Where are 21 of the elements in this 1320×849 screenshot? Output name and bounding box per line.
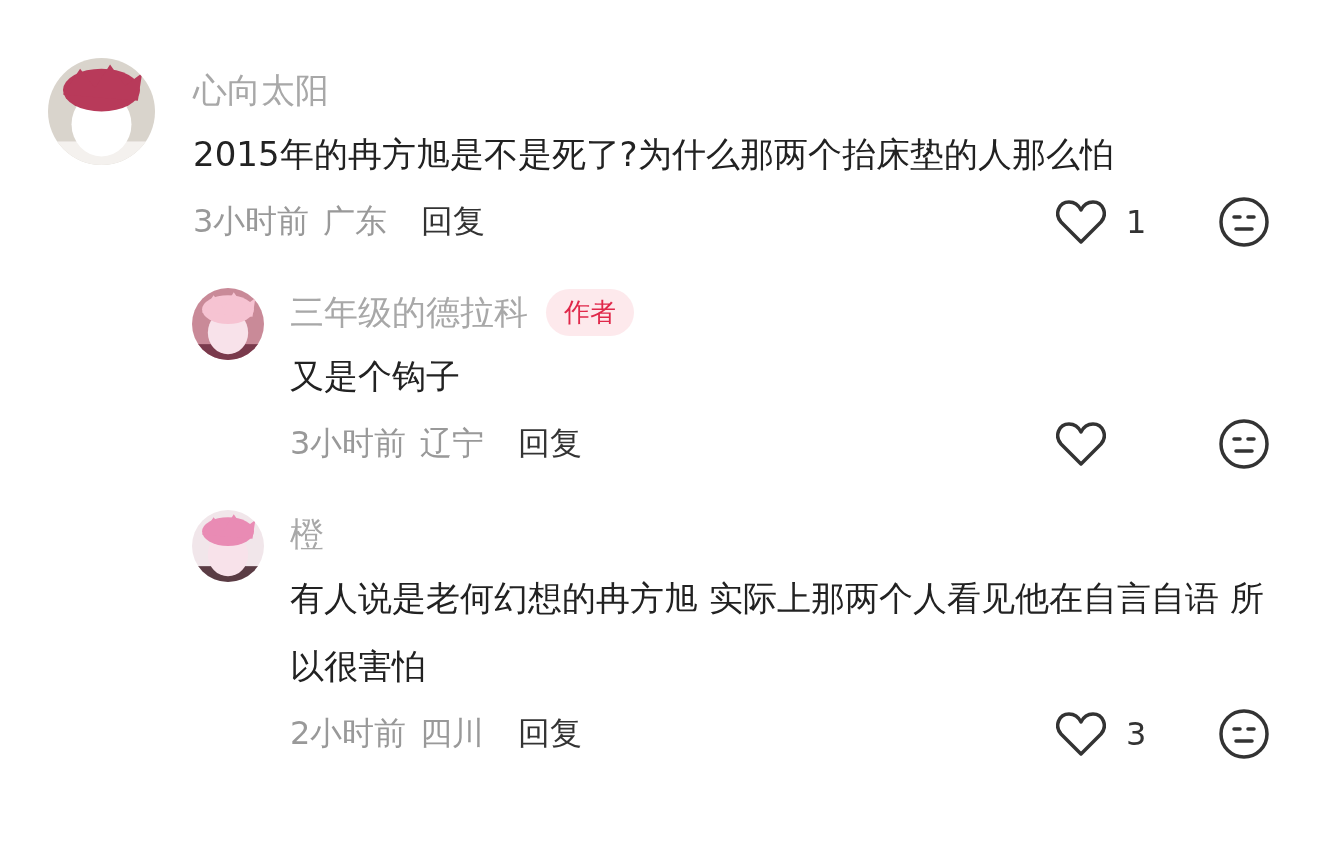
comment-time: 3小时前 — [290, 423, 407, 464]
comment-location: 四川 — [420, 713, 485, 754]
reply-text: 有人说是老何幻想的冉方旭 实际上那两个人看见他在自言自语 所以很害怕 — [290, 577, 1265, 688]
like-count: 1 — [1126, 203, 1147, 241]
comment-location: 广东 — [323, 201, 388, 242]
heart-icon[interactable] — [1056, 199, 1106, 245]
like-count: 3 — [1126, 715, 1147, 753]
reply-link[interactable]: 回复 — [518, 712, 583, 756]
comment-time: 2小时前 — [290, 713, 407, 754]
heart-icon[interactable] — [1056, 711, 1106, 757]
reply-link[interactable]: 回复 — [421, 200, 486, 244]
emoji-icon[interactable] — [1218, 196, 1270, 248]
comment-time: 3小时前 — [193, 201, 310, 242]
reply-link[interactable]: 回复 — [518, 422, 583, 466]
emoji-icon[interactable] — [1218, 418, 1270, 470]
author-badge: 作者 — [546, 288, 634, 336]
heart-icon[interactable] — [1056, 421, 1106, 467]
reply-text: 又是个钩子 — [290, 355, 461, 398]
emoji-icon[interactable] — [1218, 708, 1270, 760]
comment-text: 2015年的冉方旭是不是死了?为什么那两个抬床垫的人那么怕 — [193, 133, 1115, 176]
comment-location: 辽宁 — [420, 423, 485, 464]
